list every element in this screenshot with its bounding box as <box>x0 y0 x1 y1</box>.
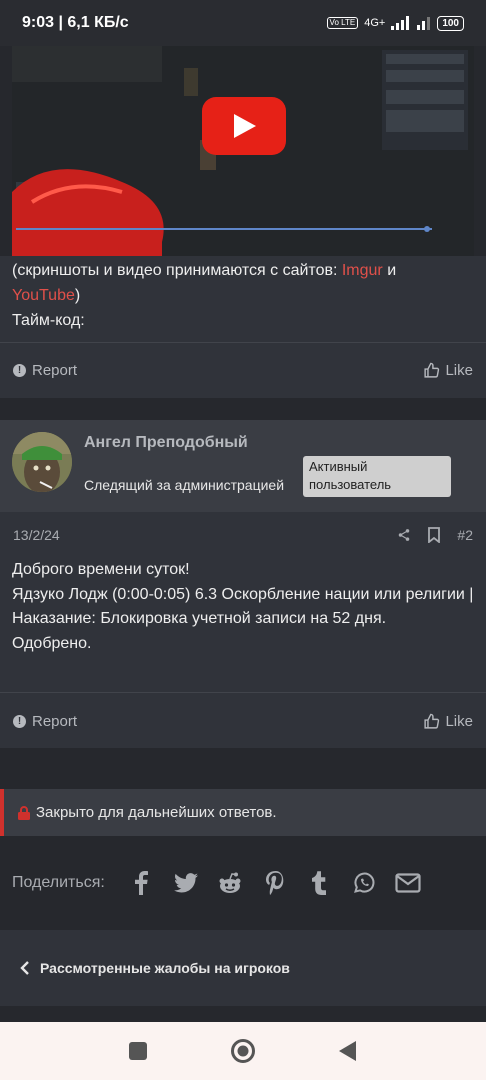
text-fragment: и <box>382 262 397 279</box>
post-date[interactable]: 13/2/24 <box>13 527 60 543</box>
back-icon <box>339 1041 356 1061</box>
post-line: Ядзуко Лодж (0:00-0:05) 6.3 Оскорбление … <box>12 585 474 628</box>
divider <box>0 692 486 693</box>
timecode-label: Тайм-код: <box>12 312 85 329</box>
report-button[interactable]: ! Report <box>13 362 77 379</box>
home-button[interactable] <box>191 1022 296 1080</box>
user-title: Следящий за администрацией <box>84 477 285 493</box>
recents-icon <box>129 1042 147 1060</box>
youtube-link[interactable]: YouTube <box>12 287 75 304</box>
volte-icon: Vo LTE <box>326 17 359 29</box>
report-icon: ! <box>13 363 26 377</box>
post-line: Доброго времени суток! <box>12 561 190 578</box>
user-header: Ангел Преподобный Следящий за администра… <box>0 420 486 512</box>
signal-icon <box>391 16 410 30</box>
post-number[interactable]: #2 <box>457 527 473 543</box>
signal-icon-2 <box>417 17 431 30</box>
status-icons: Vo LTE 4G+ 100 <box>326 15 464 31</box>
thumbs-up-icon <box>424 713 440 729</box>
recents-button[interactable] <box>86 1022 191 1080</box>
report-label: Report <box>32 712 78 730</box>
pinterest-icon[interactable] <box>252 866 297 900</box>
home-icon <box>231 1039 255 1063</box>
whatsapp-icon[interactable] <box>341 866 386 900</box>
system-nav-bar <box>0 1022 486 1080</box>
breadcrumb[interactable]: Рассмотренные жалобы на игроков <box>0 930 486 1006</box>
post-2: Ангел Преподобный Следящий за администра… <box>0 420 486 748</box>
text-fragment: (скриншоты и видео принимаются с сайтов: <box>12 262 342 279</box>
post-meta: 13/2/24 #2 <box>0 524 486 546</box>
report-button[interactable]: ! Report <box>13 713 77 730</box>
post-2-actions: ! Report Like <box>0 706 486 736</box>
tumblr-icon[interactable] <box>297 866 342 900</box>
network-label: 4G+ <box>364 17 386 29</box>
twitter-icon[interactable] <box>163 866 208 900</box>
post-1: (скриншоты и видео принимаются с сайтов:… <box>0 256 486 398</box>
like-button[interactable]: Like <box>423 713 473 730</box>
locked-notice: Закрыто для дальнейших ответов. <box>0 789 486 836</box>
status-time: 9:03 | 6,1 КБ/с <box>22 14 129 31</box>
text-fragment: ) <box>74 287 81 304</box>
breadcrumb-label: Рассмотренные жалобы на игроков <box>40 960 290 976</box>
imgur-link[interactable]: Imgur <box>342 262 383 279</box>
chevron-left-icon <box>20 961 29 975</box>
lock-icon <box>18 805 30 820</box>
status-bar: 9:03 | 6,1 КБ/с Vo LTE 4G+ 100 <box>0 0 486 46</box>
report-label: Report <box>32 361 78 379</box>
facebook-icon[interactable] <box>119 866 164 900</box>
video-embed[interactable] <box>12 42 474 256</box>
post-line: Одобрено. <box>12 634 92 652</box>
post-meta-icons: #2 <box>397 527 473 543</box>
post-1-actions: ! Report Like <box>0 355 486 385</box>
like-label: Like <box>445 361 473 379</box>
share-bar: Поделиться: <box>12 866 430 900</box>
email-icon[interactable] <box>386 866 431 900</box>
post-2-body: Доброго времени суток! Ядзуко Лодж (0:00… <box>12 558 476 656</box>
like-button[interactable]: Like <box>423 362 473 379</box>
divider <box>0 342 486 343</box>
user-badge: Активный пользователь <box>303 456 451 497</box>
thumbs-up-icon <box>424 362 440 378</box>
like-label: Like <box>445 712 473 730</box>
share-icon[interactable] <box>397 528 411 542</box>
locked-text: Закрыто для дальнейших ответов. <box>36 804 277 821</box>
youtube-play-icon[interactable] <box>202 97 286 155</box>
avatar[interactable] <box>12 432 72 492</box>
avatar-image <box>12 432 72 492</box>
reddit-icon[interactable] <box>208 866 253 900</box>
report-icon: ! <box>13 714 26 728</box>
post-1-body: (скриншоты и видео принимаются с сайтов:… <box>0 256 486 333</box>
username[interactable]: Ангел Преподобный <box>84 434 248 452</box>
back-button[interactable] <box>296 1022 401 1080</box>
video-frame <box>12 42 474 256</box>
bookmark-icon[interactable] <box>427 527 441 543</box>
battery-icon: 100 <box>437 15 464 31</box>
share-label: Поделиться: <box>12 874 105 891</box>
